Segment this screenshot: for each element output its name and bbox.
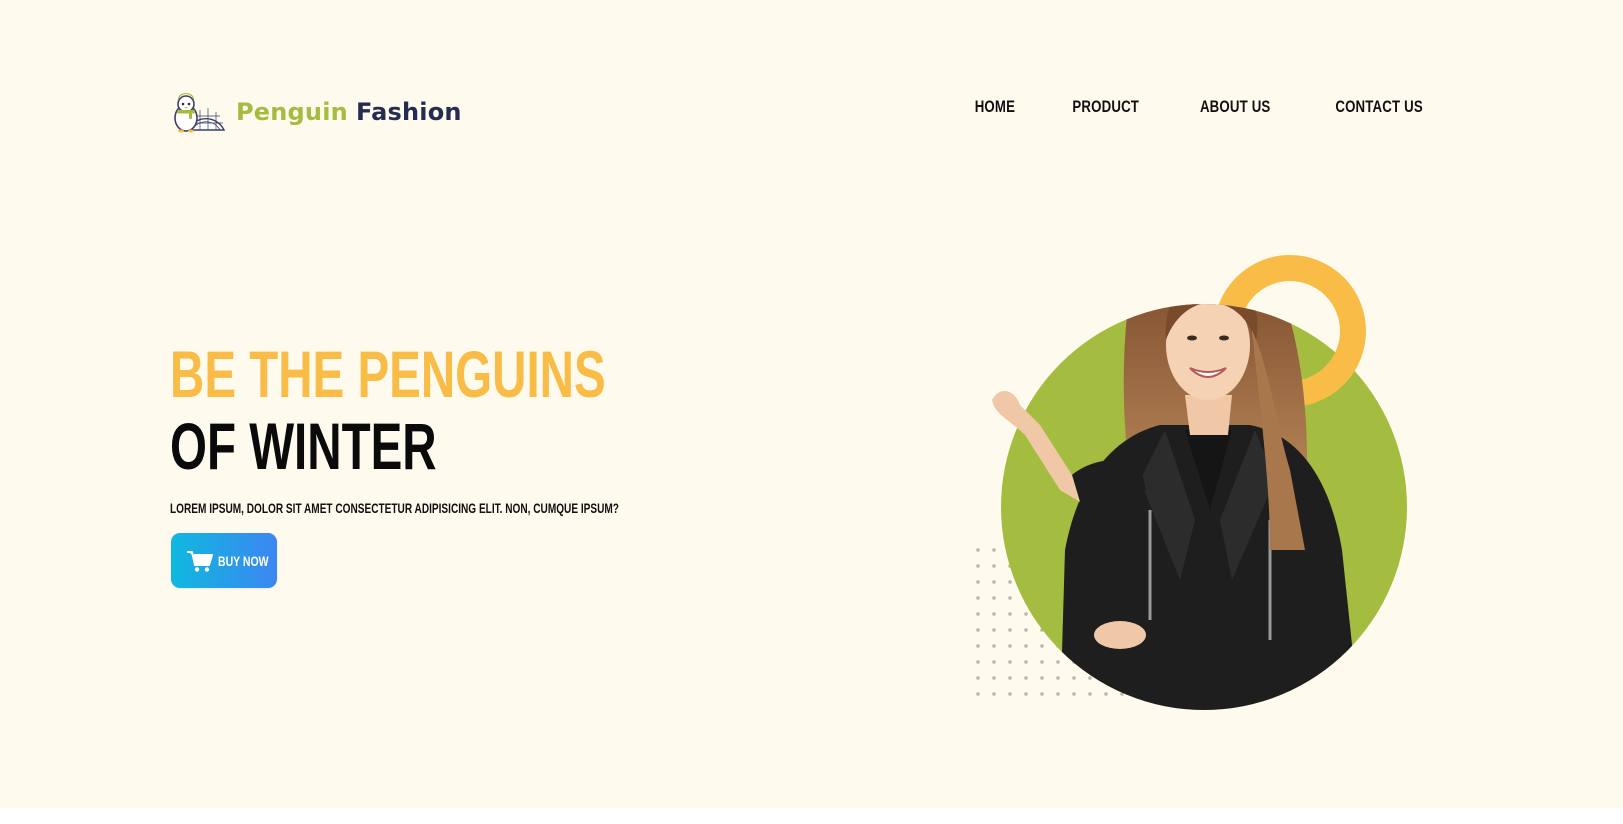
grid-dot xyxy=(976,692,980,696)
nav-item-home[interactable]: HOME xyxy=(975,97,1015,117)
grid-dot xyxy=(1056,692,1060,696)
grid-dot xyxy=(976,628,980,632)
grid-dot xyxy=(992,660,996,664)
grid-dot xyxy=(976,596,980,600)
grid-dot xyxy=(1008,628,1012,632)
grid-dot xyxy=(1008,692,1012,696)
grid-dot xyxy=(976,580,980,584)
grid-dot xyxy=(1024,628,1028,632)
grid-dot xyxy=(992,580,996,584)
grid-dot xyxy=(1008,644,1012,648)
grid-dot xyxy=(992,692,996,696)
shopping-cart-icon xyxy=(187,550,213,572)
grid-dot xyxy=(1056,660,1060,664)
grid-dot xyxy=(1008,580,1012,584)
grid-dot xyxy=(1104,692,1108,696)
hero-title-line1: BE THE PENGUINS xyxy=(170,337,606,411)
grid-dot xyxy=(976,548,980,552)
grid-dot xyxy=(992,548,996,552)
grid-dot xyxy=(1024,660,1028,664)
hero-illustration xyxy=(976,255,1407,710)
grid-dot xyxy=(976,612,980,616)
grid-dot xyxy=(1088,692,1092,696)
grid-dot xyxy=(992,612,996,616)
grid-dot xyxy=(992,644,996,648)
grid-dot xyxy=(976,676,980,680)
grid-dot xyxy=(1008,676,1012,680)
grid-dot xyxy=(1024,644,1028,648)
grid-dot xyxy=(1008,612,1012,616)
grid-dot xyxy=(976,660,980,664)
grid-dot xyxy=(1024,612,1028,616)
grid-dot xyxy=(1072,676,1076,680)
brand-name-second: Fashion xyxy=(355,98,462,126)
buy-now-label: BUY NOW xyxy=(218,552,269,569)
grid-dot xyxy=(1040,676,1044,680)
brand[interactable]: Penguin Fashion xyxy=(170,88,462,136)
grid-dot xyxy=(1024,692,1028,696)
nav-item-product[interactable]: PRODUCT xyxy=(1072,97,1139,117)
grid-dot xyxy=(1040,644,1044,648)
grid-dot xyxy=(1008,660,1012,664)
grid-dot xyxy=(992,628,996,632)
penguin-igloo-logo-icon xyxy=(174,93,226,133)
nav-item-contact-us[interactable]: CONTACT US xyxy=(1335,97,1423,117)
grid-dot xyxy=(992,564,996,568)
hero-visual xyxy=(970,220,1470,720)
brand-name-first: Penguin xyxy=(236,98,348,126)
buy-now-button[interactable]: BUY NOW xyxy=(171,533,277,588)
grid-dot xyxy=(992,596,996,600)
grid-dot xyxy=(1024,676,1028,680)
landing-page: Penguin Fashion HOME PRODUCT ABOUT US CON… xyxy=(0,0,1623,808)
hero-title-line2: OF WINTER xyxy=(170,409,437,483)
grid-dot xyxy=(992,676,996,680)
grid-dot xyxy=(1088,676,1092,680)
main-nav: HOME PRODUCT ABOUT US CONTACT US xyxy=(969,97,1435,117)
grid-dot xyxy=(976,644,980,648)
grid-dot xyxy=(1040,692,1044,696)
brand-name: Penguin Fashion xyxy=(236,98,462,126)
grid-dot xyxy=(976,564,980,568)
grid-dot xyxy=(1072,692,1076,696)
nav-item-about-us[interactable]: ABOUT US xyxy=(1200,97,1271,117)
grid-dot xyxy=(1008,596,1012,600)
hero-subtitle: LOREM IPSUM, DOLOR SIT AMET CONSECTETUR … xyxy=(170,500,619,516)
hero-title: BE THE PENGUINS OF WINTER xyxy=(170,338,606,482)
grid-dot xyxy=(1040,660,1044,664)
grid-dot xyxy=(1056,676,1060,680)
